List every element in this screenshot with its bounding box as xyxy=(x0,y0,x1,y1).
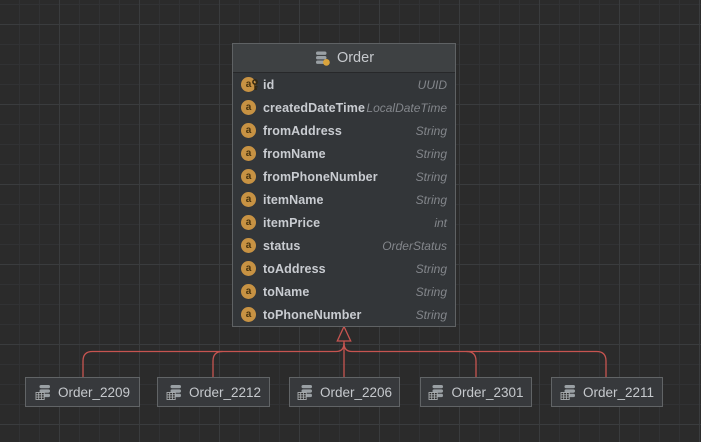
attribute-icon: a xyxy=(241,100,256,115)
field-type: String xyxy=(416,193,447,207)
field-row-fromName[interactable]: a fromName String xyxy=(233,142,455,165)
database-partition-icon xyxy=(35,384,52,401)
field-name: status xyxy=(263,239,300,253)
attribute-icon: a xyxy=(241,238,256,253)
attribute-icon: a xyxy=(241,192,256,207)
field-name: fromPhoneNumber xyxy=(263,170,378,184)
field-name: fromName xyxy=(263,147,326,161)
partition-label: Order_2206 xyxy=(320,385,392,400)
field-name: toAddress xyxy=(263,262,326,276)
database-table-icon xyxy=(314,50,331,67)
field-row-toPhoneNumber[interactable]: a toPhoneNumber String xyxy=(233,303,455,326)
partition-node-order-2301[interactable]: Order_2301 xyxy=(420,377,532,407)
field-name: toName xyxy=(263,285,309,299)
field-type: UUID xyxy=(418,78,447,92)
field-name: itemPrice xyxy=(263,216,320,230)
attribute-icon: a xyxy=(241,169,256,184)
database-partition-icon xyxy=(428,384,445,401)
field-type: LocalDateTime xyxy=(366,101,447,115)
field-type: String xyxy=(416,170,447,184)
database-partition-icon xyxy=(297,384,314,401)
field-row-id[interactable]: a id UUID xyxy=(233,73,455,96)
field-row-fromPhoneNumber[interactable]: a fromPhoneNumber String xyxy=(233,165,455,188)
field-type: int xyxy=(434,216,447,230)
partition-node-order-2206[interactable]: Order_2206 xyxy=(289,377,400,407)
field-row-toAddress[interactable]: a toAddress String xyxy=(233,257,455,280)
field-name: fromAddress xyxy=(263,124,342,138)
field-row-createdDateTime[interactable]: a createdDateTime LocalDateTime xyxy=(233,96,455,119)
inheritance-arrowhead xyxy=(337,327,350,342)
field-row-toName[interactable]: a toName String xyxy=(233,280,455,303)
partition-label: Order_2209 xyxy=(58,385,130,400)
diagram-canvas: Order a id UUID a createdDateTime LocalD… xyxy=(0,0,701,442)
field-type: String xyxy=(416,285,447,299)
field-type: OrderStatus xyxy=(382,239,447,253)
entity-field-list: a id UUID a createdDateTime LocalDateTim… xyxy=(233,73,455,326)
partition-label: Order_2211 xyxy=(583,385,654,400)
partition-node-order-2212[interactable]: Order_2212 xyxy=(157,377,270,407)
database-partition-icon xyxy=(166,384,183,401)
attribute-icon: a xyxy=(241,123,256,138)
attribute-icon: a xyxy=(241,284,256,299)
field-type: String xyxy=(416,124,447,138)
field-name: toPhoneNumber xyxy=(263,308,362,322)
field-name: createdDateTime xyxy=(263,101,365,115)
field-type: String xyxy=(416,308,447,322)
field-name: id xyxy=(263,78,274,92)
database-partition-icon xyxy=(560,384,577,401)
field-row-fromAddress[interactable]: a fromAddress String xyxy=(233,119,455,142)
partition-label: Order_2212 xyxy=(189,385,261,400)
field-row-itemName[interactable]: a itemName String xyxy=(233,188,455,211)
entity-node-order[interactable]: Order a id UUID a createdDateTime LocalD… xyxy=(232,43,456,327)
field-name: itemName xyxy=(263,193,324,207)
field-row-itemPrice[interactable]: a itemPrice int xyxy=(233,211,455,234)
partition-label: Order_2301 xyxy=(451,385,523,400)
primary-key-icon xyxy=(251,79,259,91)
partition-node-order-2209[interactable]: Order_2209 xyxy=(25,377,140,407)
attribute-icon: a xyxy=(241,215,256,230)
attribute-icon: a xyxy=(241,307,256,322)
entity-title: Order xyxy=(337,50,374,66)
attribute-icon: a xyxy=(241,146,256,161)
attribute-icon: a xyxy=(241,261,256,276)
field-row-status[interactable]: a status OrderStatus xyxy=(233,234,455,257)
field-type: String xyxy=(416,262,447,276)
field-type: String xyxy=(416,147,447,161)
entity-header[interactable]: Order xyxy=(233,44,455,73)
partition-node-order-2211[interactable]: Order_2211 xyxy=(551,377,663,407)
